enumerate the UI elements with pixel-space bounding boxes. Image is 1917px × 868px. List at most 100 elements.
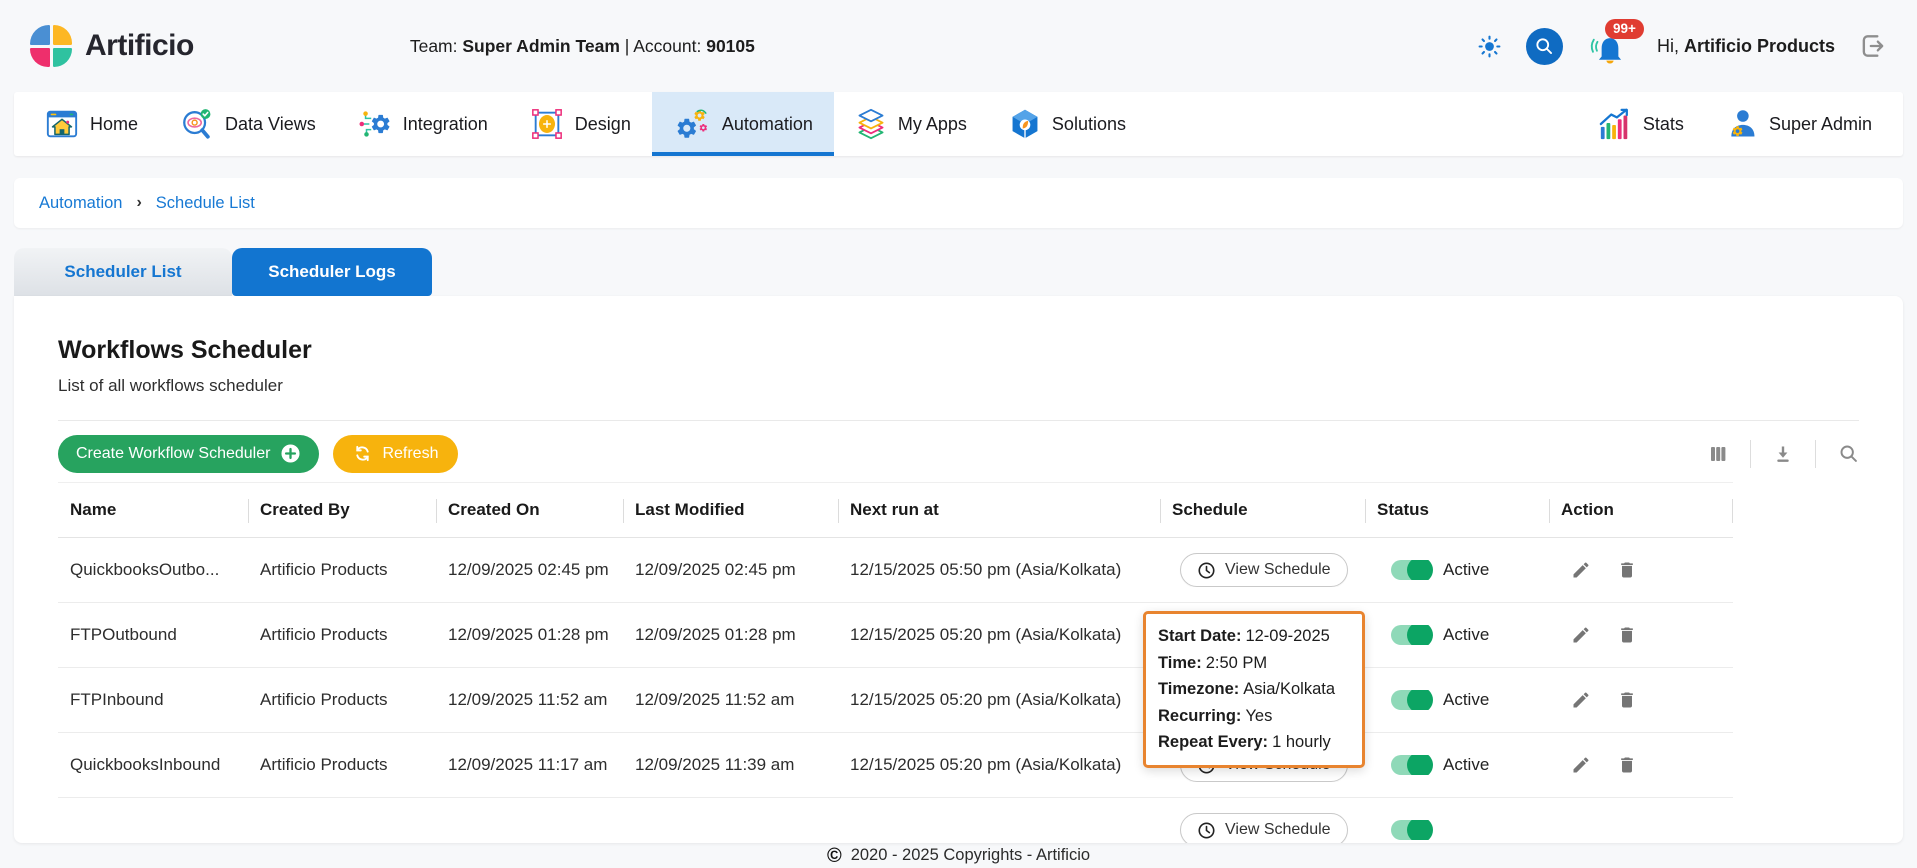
delete-icon[interactable]: [1617, 560, 1637, 580]
refresh-button[interactable]: Refresh: [333, 435, 458, 473]
cell-status: Active: [1365, 755, 1549, 775]
cell-status: Active: [1365, 560, 1549, 580]
nav-label: Design: [575, 114, 631, 135]
cell-created-on: 12/09/2025 01:28 pm: [436, 625, 623, 645]
nav-item-data-views[interactable]: Data Views: [159, 92, 337, 156]
nav-item-stats[interactable]: Stats: [1577, 92, 1705, 156]
page-footer: © 2020 - 2025 Copyrights - Artificio: [0, 843, 1917, 868]
nav-label: My Apps: [898, 114, 967, 135]
tooltip-repeat-every: Repeat Every:1 hourly: [1158, 729, 1350, 756]
workflows-table: Name Created By Created On Last Modified…: [58, 482, 1733, 843]
cell-last-modified: 12/09/2025 11:52 am: [623, 690, 838, 710]
app-window: Artificio Team: Super Admin Team | Accou…: [0, 0, 1917, 868]
panel-header: Workflows Scheduler List of all workflow…: [14, 296, 1903, 396]
refresh-button-label: Refresh: [382, 445, 438, 463]
notifications-bell-icon[interactable]: 99+: [1587, 25, 1633, 67]
toolbar-divider: [1815, 440, 1816, 468]
view-schedule-button[interactable]: View Schedule: [1180, 813, 1348, 843]
cell-next-run-at: 12/15/2025 05:50 pm (Asia/Kolkata): [838, 560, 1160, 580]
nav-item-home[interactable]: Home: [24, 92, 159, 156]
logo-text: Artificio: [85, 29, 194, 63]
artificio-logo[interactable]: Artificio: [30, 25, 194, 67]
breadcrumb: Automation › Schedule List: [14, 178, 1903, 228]
edit-icon[interactable]: [1571, 690, 1591, 710]
header-search-button[interactable]: [1526, 28, 1563, 65]
nav-item-my-apps[interactable]: My Apps: [834, 92, 988, 156]
edit-icon[interactable]: [1571, 625, 1591, 645]
cell-status: Active: [1365, 690, 1549, 710]
page-subtitle: List of all workflows scheduler: [58, 376, 1859, 396]
cell-name: FTPOutbound: [58, 625, 248, 645]
download-icon[interactable]: [1773, 444, 1793, 464]
table-toolbar: Create Workflow Scheduler Refresh: [58, 420, 1859, 472]
tab-scheduler-list[interactable]: Scheduler List: [14, 248, 232, 296]
tooltip-time: Time:2:50 PM: [1158, 650, 1350, 677]
clock-icon: [1197, 561, 1216, 580]
logout-icon[interactable]: [1859, 32, 1887, 60]
toolbar-divider: [1750, 440, 1751, 468]
team-name: Super Admin Team: [462, 36, 620, 56]
status-toggle[interactable]: [1391, 560, 1431, 580]
view-schedule-button[interactable]: View Schedule: [1180, 553, 1348, 587]
cell-actions: [1549, 755, 1733, 775]
design-icon: [530, 107, 564, 141]
breadcrumb-schedule-list[interactable]: Schedule List: [156, 194, 255, 213]
edit-icon[interactable]: [1571, 560, 1591, 580]
page-title: Workflows Scheduler: [58, 334, 1859, 366]
breadcrumb-automation[interactable]: Automation: [39, 194, 122, 213]
status-label: Active: [1443, 690, 1489, 710]
copyright-icon: ©: [827, 846, 842, 866]
nav-label: Automation: [722, 114, 813, 135]
delete-icon[interactable]: [1617, 755, 1637, 775]
columns-icon[interactable]: [1708, 444, 1728, 464]
nav-item-super-admin[interactable]: Super Admin: [1705, 92, 1893, 156]
chevron-right-icon: ›: [136, 194, 141, 212]
table-search-icon[interactable]: [1838, 443, 1859, 464]
my-apps-icon: [855, 108, 887, 140]
table-row-partial: View Schedule: [58, 798, 1733, 843]
nav-item-solutions[interactable]: Solutions: [988, 92, 1147, 156]
table-row: FTPInbound Artificio Products 12/09/2025…: [58, 668, 1733, 733]
nav-item-integration[interactable]: Integration: [337, 92, 509, 156]
brightness-icon[interactable]: [1477, 34, 1502, 59]
delete-icon[interactable]: [1617, 625, 1637, 645]
status-toggle[interactable]: [1391, 690, 1431, 710]
delete-icon[interactable]: [1617, 690, 1637, 710]
tooltip-start-date: Start Date:12-09-2025: [1158, 623, 1350, 650]
cell-actions: [1549, 625, 1733, 645]
status-label: Active: [1443, 755, 1489, 775]
account-label: Account:: [633, 36, 701, 56]
create-workflow-scheduler-button[interactable]: Create Workflow Scheduler: [58, 435, 319, 473]
table-row: FTPOutbound Artificio Products 12/09/202…: [58, 603, 1733, 668]
tooltip-timezone: Timezone:Asia/Kolkata: [1158, 676, 1350, 703]
nav-item-design[interactable]: Design: [509, 92, 652, 156]
status-toggle[interactable]: [1391, 820, 1431, 840]
column-header-status: Status: [1365, 483, 1549, 537]
cell-last-modified: 12/09/2025 02:45 pm: [623, 560, 838, 580]
column-header-action: Action: [1549, 483, 1733, 537]
cell-next-run-at: 12/15/2025 05:20 pm (Asia/Kolkata): [838, 625, 1160, 645]
tooltip-recurring: Recurring:Yes: [1158, 703, 1350, 730]
status-toggle[interactable]: [1391, 625, 1431, 645]
edit-icon[interactable]: [1571, 755, 1591, 775]
cell-created-by: Artificio Products: [248, 560, 436, 580]
footer-text: 2020 - 2025 Copyrights - Artificio: [851, 846, 1090, 865]
cell-last-modified: 12/09/2025 01:28 pm: [623, 625, 838, 645]
view-schedule-label: View Schedule: [1225, 561, 1331, 579]
refresh-icon: [353, 444, 372, 463]
user-greeting[interactable]: Hi, Artificio Products: [1657, 36, 1835, 57]
column-header-last-modified: Last Modified: [623, 483, 838, 537]
status-toggle[interactable]: [1391, 755, 1431, 775]
nav-item-automation[interactable]: Automation: [652, 92, 834, 156]
status-label: Active: [1443, 560, 1489, 580]
nav-label: Home: [90, 114, 138, 135]
super-admin-icon: [1726, 108, 1758, 140]
top-header: Artificio Team: Super Admin Team | Accou…: [0, 0, 1917, 92]
cell-created-by: Artificio Products: [248, 690, 436, 710]
cell-actions: [1549, 690, 1733, 710]
cell-status: [1365, 820, 1549, 840]
view-schedule-label: View Schedule: [1225, 821, 1331, 839]
tab-scheduler-logs[interactable]: Scheduler Logs: [232, 248, 432, 296]
column-header-name: Name: [58, 483, 248, 537]
table-row: QuickbooksOutbo... Artificio Products 12…: [58, 538, 1733, 603]
